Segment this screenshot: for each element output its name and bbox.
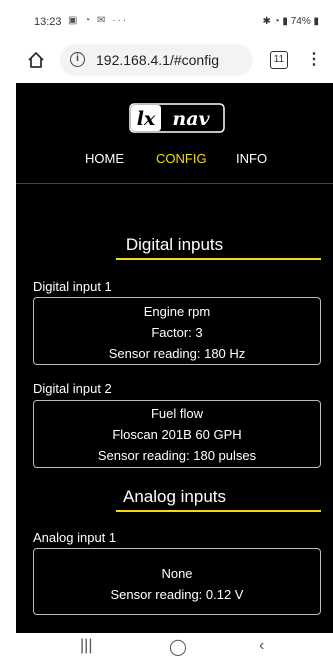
nav-config[interactable]: CONFIG	[156, 151, 207, 166]
digital-input-1-factor: Factor: 3	[151, 325, 203, 340]
notification-icons: ▣ ◔ ✉ ···	[68, 15, 129, 26]
battery-percent: 74%	[290, 16, 311, 27]
digital-input-2-type: Fuel flow	[150, 406, 204, 421]
tab-count: 11	[273, 54, 285, 65]
analog-inputs-title: Analog inputs	[122, 487, 227, 506]
analog-inputs-underline	[116, 510, 321, 512]
nav-divider	[16, 183, 333, 184]
home-circle-icon[interactable]: ◯	[169, 637, 187, 657]
digital-input-1-reading: Sensor reading: 180 Hz	[108, 346, 246, 361]
web-page: lx nav HOME CONFIG INFO Digital inputs D…	[16, 83, 333, 633]
digital-input-1-box[interactable]: Engine rpm Factor: 3 Sensor reading: 180…	[33, 297, 321, 365]
analog-input-1-type: None	[161, 566, 193, 581]
status-bar: 13:23 ▣ ◔ ✉ ··· ✱ ◔ ▮ 74% ▮	[0, 0, 333, 38]
digital-inputs-underline	[116, 258, 321, 260]
svg-text:lx: lx	[137, 108, 156, 130]
status-time: 13:23	[34, 16, 62, 28]
main-nav: HOME CONFIG INFO	[16, 149, 333, 171]
digital-input-2-sensor: Floscan 201B 60 GPH	[112, 427, 242, 442]
status-icons: ✱ ◔ ▮ 74% ▮	[262, 16, 319, 27]
back-icon[interactable]: ‹	[259, 637, 264, 655]
digital-input-1-type: Engine rpm	[143, 304, 211, 319]
digital-input-2-box[interactable]: Fuel flow Floscan 201B 60 GPH Sensor rea…	[33, 400, 321, 468]
tab-switcher-button[interactable]: 11	[270, 51, 288, 69]
url-text[interactable]: 192.168.4.1/#config	[96, 52, 219, 68]
analog-input-1-box[interactable]: None Sensor reading: 0.12 V	[33, 548, 321, 615]
digital-input-2-label: Digital input 2	[33, 381, 112, 396]
digital-input-2-reading: Sensor reading: 180 pulses	[97, 448, 257, 463]
analog-input-1-reading: Sensor reading: 0.12 V	[110, 587, 244, 602]
browser-toolbar: i 192.168.4.1/#config 11 ⋮	[0, 38, 333, 83]
svg-text:nav: nav	[172, 108, 210, 130]
address-bar[interactable]: i 192.168.4.1/#config	[60, 44, 253, 76]
digital-inputs-title: Digital inputs	[125, 235, 224, 254]
android-nav-bar: ||| ◯ ‹	[0, 633, 333, 662]
nav-home[interactable]: HOME	[85, 151, 124, 166]
overflow-menu-icon[interactable]: ⋮	[306, 48, 322, 72]
nav-info[interactable]: INFO	[236, 151, 267, 166]
home-icon[interactable]	[26, 50, 46, 70]
analog-input-1-label: Analog input 1	[33, 530, 117, 545]
info-icon[interactable]: i	[70, 52, 85, 67]
lxnav-logo: lx nav	[129, 103, 225, 133]
digital-input-1-label: Digital input 1	[33, 279, 112, 294]
recent-apps-icon[interactable]: |||	[80, 637, 92, 655]
